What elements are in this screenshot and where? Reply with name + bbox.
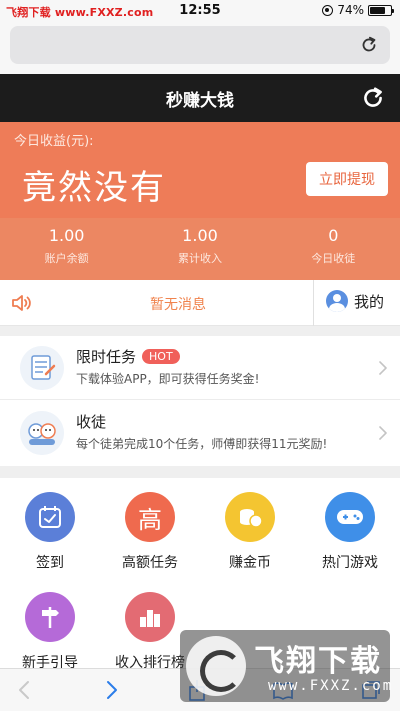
battery-group: 74% (322, 3, 394, 17)
notice-message[interactable]: 暂无消息 (150, 294, 206, 314)
watermark-title: 飞翔下载 (254, 644, 382, 679)
grid-item-label: 热门游戏 (322, 555, 378, 571)
withdraw-button[interactable]: 立即提现 (306, 162, 388, 196)
my-account-button[interactable]: 我的 (326, 290, 384, 312)
battery-percent: 74% (337, 3, 364, 17)
task-list: 限时任务 HOT 下载体验APP，即可获得任务奖金! 收徒 每个徒弟完成10个任… (0, 336, 400, 466)
chevron-right-icon (379, 361, 387, 375)
stat-balance[interactable]: 1.00 账户余额 (0, 218, 133, 280)
browser-chrome (0, 22, 400, 74)
gamepad-icon (325, 492, 375, 542)
task-description: 下载体验APP，即可获得任务奖金! (76, 372, 260, 386)
grid-item-checkin[interactable]: 签到 (0, 492, 100, 572)
people-icon (20, 411, 64, 455)
task-title: 限时任务 HOT (76, 346, 180, 367)
stat-label: 账户余额 (44, 252, 89, 265)
address-bar[interactable] (10, 26, 390, 64)
grid-item-high-task[interactable]: 高 高额任务 (100, 492, 200, 572)
grid-item-label: 赚金币 (229, 555, 271, 571)
stat-today-apprentices[interactable]: 0 今日收徒 (267, 218, 400, 280)
list-item-limited-task[interactable]: 限时任务 HOT 下载体验APP，即可获得任务奖金! (0, 336, 400, 400)
signpost-icon (25, 592, 75, 642)
battery-icon (368, 4, 394, 16)
earnings-panel: 今日收益(元): 竟然没有 立即提现 1.00 账户余额 1.00 累计收入 0… (0, 122, 400, 280)
stat-value: 1.00 (182, 226, 218, 245)
rotation-lock-icon (322, 4, 334, 16)
task-description: 每个徒弟完成10个任务，师傅即获得11元奖励! (76, 437, 328, 451)
reload-icon[interactable] (358, 34, 380, 56)
coin-icon (225, 492, 275, 542)
task-title-text: 限时任务 (76, 348, 137, 366)
speaker-icon (12, 295, 31, 311)
stats-row: 1.00 账户余额 1.00 累计收入 0 今日收徒 (0, 218, 400, 280)
grid-item-label: 高额任务 (122, 555, 178, 571)
divider (313, 280, 314, 326)
stat-label: 累计收入 (177, 252, 222, 265)
watermark-logo-icon (186, 636, 246, 696)
stat-total-income[interactable]: 1.00 累计收入 (133, 218, 266, 280)
task-title: 收徒 (76, 411, 106, 432)
stat-value: 0 (328, 226, 339, 245)
status-bar: 飞翔下载 www.FXXZ.com 12:55 74% (0, 0, 400, 22)
notice-bar: 暂无消息 我的 (0, 280, 400, 326)
list-item-apprentice[interactable]: 收徒 每个徒弟完成10个任务，师傅即获得11元奖励! (0, 401, 400, 465)
forward-icon[interactable] (100, 679, 122, 701)
grid-item-hot-games[interactable]: 热门游戏 (300, 492, 400, 572)
hot-badge: HOT (142, 349, 180, 364)
document-icon (20, 346, 64, 390)
ranking-icon (125, 592, 175, 642)
back-icon[interactable] (14, 679, 36, 701)
calendar-check-icon (25, 492, 75, 542)
stat-label: 今日收徒 (311, 252, 356, 265)
avatar-icon (326, 290, 348, 312)
high-task-icon: 高 (125, 492, 175, 542)
site-watermark: 飞翔下载 www.FXXZ.com (180, 630, 394, 702)
watermark-url: www.FXXZ.com (268, 678, 394, 694)
page-title: 秒赚大钱 (166, 91, 234, 111)
grid-item-label: 签到 (36, 555, 64, 571)
refresh-icon[interactable] (360, 85, 386, 111)
stat-value: 1.00 (48, 226, 85, 245)
task-title-text: 收徒 (76, 413, 107, 431)
grid-item-beginner-guide[interactable]: 新手引导 (0, 592, 100, 672)
my-account-label: 我的 (354, 292, 385, 311)
app-header: 秒赚大钱 (0, 74, 400, 122)
chevron-right-icon (379, 426, 387, 440)
grid-item-earn-coins[interactable]: 赚金币 (200, 492, 300, 572)
today-earnings-amount: 竟然没有 (22, 168, 166, 208)
today-earnings-label: 今日收益(元): (14, 134, 94, 149)
